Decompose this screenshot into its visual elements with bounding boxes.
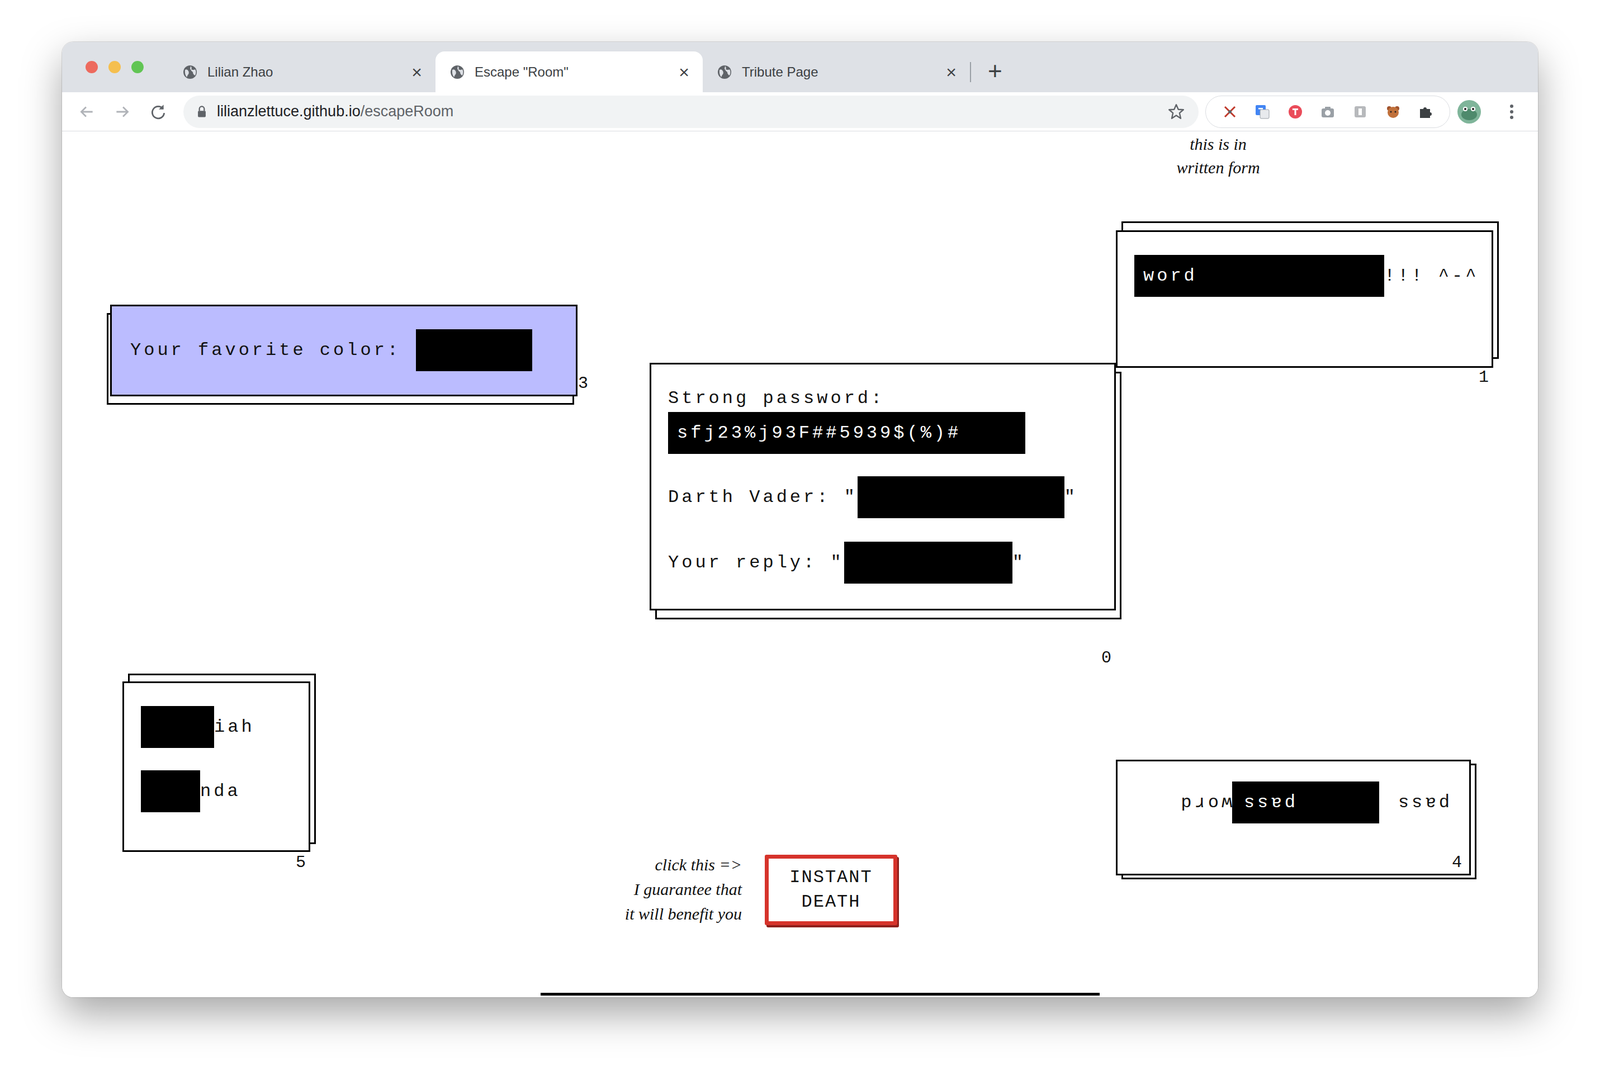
bookmark-star-icon[interactable]: [1167, 102, 1186, 121]
puzzle-text: iah: [214, 713, 255, 741]
puzzle-card: iahnda 5: [122, 681, 311, 852]
url-text: lilianzlettuce.github.io/escapeRoom: [216, 102, 1160, 121]
puzzle-row: Darth Vader: " ": [668, 476, 1098, 519]
answer-field[interactable]: pass: [1232, 781, 1380, 824]
puzzle-row: Your reply: " ": [668, 541, 1098, 584]
puzzle-text: ": [1012, 549, 1026, 577]
bear-extension-icon[interactable]: [1384, 103, 1402, 121]
puzzle-content: iah nda: [124, 683, 309, 836]
translate-extension-icon[interactable]: [1253, 103, 1271, 121]
death-hint: click this =>I guarantee thatit will ben…: [590, 852, 742, 927]
globe-icon: [448, 63, 466, 81]
tab-label: Tribute Page: [741, 64, 937, 80]
answer-field[interactable]: [844, 541, 1013, 584]
close-tab-button[interactable]: ×: [411, 63, 423, 82]
puzzle-card: passpassword 4: [1115, 759, 1471, 876]
puzzle-text: Strong password:: [668, 385, 885, 413]
back-button[interactable]: [68, 102, 105, 121]
profile-avatar-icon[interactable]: [1456, 99, 1482, 125]
puzzle-number: 0: [1101, 647, 1115, 669]
extensions-bar: [1205, 95, 1451, 129]
hint-line: click this =>: [590, 852, 742, 878]
puzzle-number: 4: [1451, 852, 1465, 873]
answer-field[interactable]: word: [1134, 254, 1385, 297]
puzzle-row: Your favorite color:: [130, 329, 560, 372]
note-line: this is in: [1148, 132, 1289, 156]
desktop: Lilian Zhao × Escape "Room" × Tribute Pa…: [0, 0, 1600, 1080]
close-tab-button[interactable]: ×: [945, 63, 957, 82]
note-line: written form: [1148, 155, 1289, 180]
answer-field[interactable]: [415, 329, 533, 372]
back-arrow-icon: [77, 102, 96, 121]
puzzle-icon[interactable]: [1417, 103, 1434, 121]
tab-label: Lilian Zhao: [207, 64, 403, 80]
tab-separator: [969, 62, 972, 83]
hint-line: it will benefit you: [590, 901, 742, 927]
window-controls: [85, 60, 144, 74]
handwritten-note: this is inwritten form: [1148, 132, 1289, 180]
puzzle-content: Strong password:sfj23%j93F##5939$(%)# Dar…: [651, 364, 1115, 607]
puzzle-text: word: [1177, 789, 1233, 817]
close-window-button[interactable]: [85, 60, 98, 74]
answer-field[interactable]: [140, 706, 215, 749]
hint-line: I guarantee that: [590, 877, 742, 902]
globe-icon: [716, 63, 733, 81]
minimize-window-button[interactable]: [108, 60, 121, 74]
browser-tab[interactable]: Escape "Room" ×: [435, 51, 703, 93]
puzzle-text: Your favorite color:: [130, 337, 401, 364]
puzzle-content: word!!! ^-^: [1117, 232, 1492, 320]
forward-arrow-icon: [113, 102, 132, 121]
camera-extension-icon[interactable]: [1319, 103, 1337, 121]
puzzle-content: Your favorite color:: [111, 306, 576, 395]
puzzle-row: word!!! ^-^: [1134, 254, 1481, 297]
puzzle-row: Strong password:: [668, 385, 1098, 413]
puzzle-row: passpassword: [1134, 781, 1450, 824]
puzzle-text: !!! ^-^: [1384, 262, 1479, 290]
puzzle-number: 1: [1478, 367, 1492, 388]
puzzle-text: Darth Vader: ": [668, 484, 858, 511]
address-bar[interactable]: lilianzlettuce.github.io/escapeRoom: [183, 95, 1199, 129]
scroll-bar: [540, 992, 1100, 996]
new-tab-button[interactable]: +: [987, 58, 1003, 84]
lock-icon: [194, 104, 210, 120]
puzzle-text: ": [1064, 484, 1078, 511]
puzzle-text: Your reply: ": [668, 549, 845, 577]
menu-dots-icon[interactable]: [1506, 100, 1518, 123]
puzzle-text: nda: [200, 778, 241, 806]
forward-button[interactable]: [104, 102, 141, 121]
red-circle-extension-icon[interactable]: [1286, 103, 1304, 121]
close-tab-button[interactable]: ×: [678, 63, 690, 82]
puzzle-row: nda: [140, 770, 298, 813]
puzzle-card: Your favorite color: 3: [110, 304, 578, 397]
browser-tab[interactable]: Tribute Page ×: [702, 51, 970, 93]
tab-bar: Lilian Zhao × Escape "Room" × Tribute Pa…: [62, 41, 1538, 93]
puzzle-text: pass: [1395, 789, 1450, 817]
globe-icon: [181, 63, 199, 81]
instant-death-button[interactable]: INSTANT DEATH: [764, 854, 898, 926]
scissors-extension-icon[interactable]: [1221, 103, 1239, 121]
puzzle-content: passpassword: [1117, 761, 1470, 874]
reload-icon: [149, 102, 168, 121]
answer-field[interactable]: sfj23%j93F##5939$(%)#: [668, 412, 1026, 454]
puzzle-card: word!!! ^-^ 1: [1115, 230, 1494, 368]
puzzle-number: 5: [295, 852, 309, 873]
puzzle-row: iah: [140, 706, 298, 749]
puzzle-number: 3: [578, 373, 591, 394]
maximize-window-button[interactable]: [131, 60, 144, 74]
answer-field[interactable]: [857, 476, 1065, 519]
puzzle-row: sfj23%j93F##5939$(%)#: [668, 412, 1098, 454]
page-canvas: this is inwritten form word!!! ^-^ 1Your…: [62, 131, 1538, 998]
browser-window: Lilian Zhao × Escape "Room" × Tribute Pa…: [62, 41, 1538, 998]
grey-extension-icon[interactable]: [1351, 103, 1369, 121]
tab-label: Escape "Room": [474, 64, 670, 80]
answer-field[interactable]: [140, 770, 201, 813]
reload-button[interactable]: [140, 102, 177, 121]
puzzle-card: Strong password:sfj23%j93F##5939$(%)# Dar…: [649, 362, 1116, 611]
browser-tab[interactable]: Lilian Zhao ×: [168, 51, 436, 93]
toolbar: lilianzlettuce.github.io/escapeRoom: [62, 92, 1538, 132]
